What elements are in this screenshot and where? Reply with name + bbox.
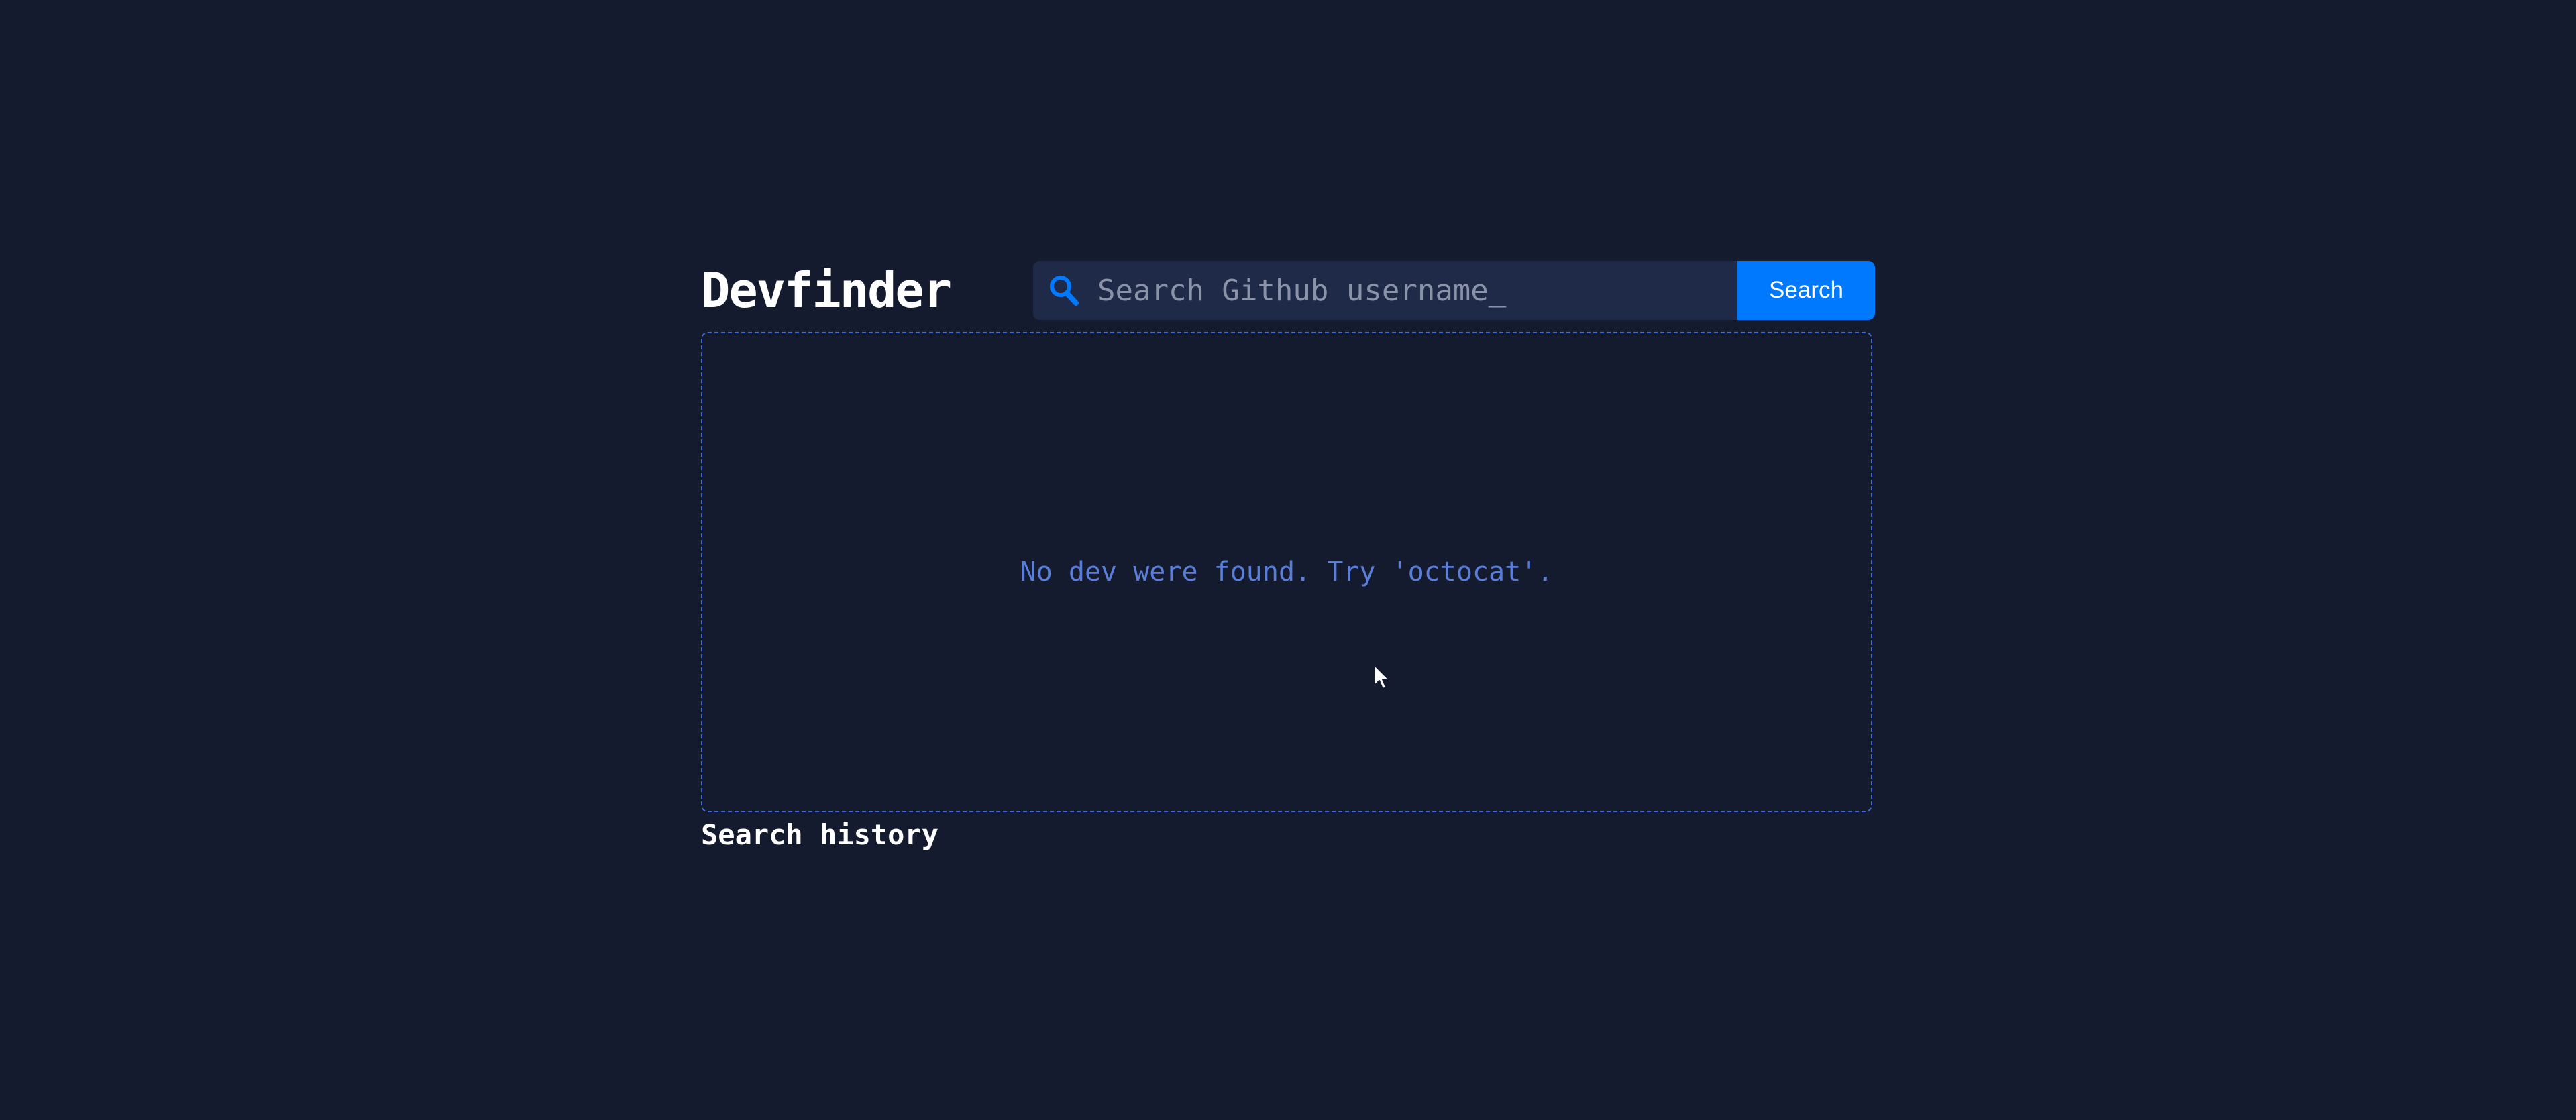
empty-message: No dev were found. Try 'octocat'.	[1020, 557, 1554, 587]
search-bar: Search	[1033, 261, 1875, 320]
search-history-title: Search history	[701, 818, 939, 851]
search-icon	[1048, 274, 1080, 307]
app-container: Devfinder Search No dev were found. Try …	[701, 260, 1875, 854]
app-title: Devfinder	[701, 262, 952, 319]
search-field[interactable]	[1033, 261, 1737, 320]
header: Devfinder Search	[701, 260, 1875, 321]
search-button[interactable]: Search	[1737, 261, 1875, 320]
result-panel: No dev were found. Try 'octocat'.	[701, 332, 1872, 812]
mouse-cursor-icon	[1374, 665, 1389, 689]
search-input[interactable]	[1097, 261, 1737, 320]
